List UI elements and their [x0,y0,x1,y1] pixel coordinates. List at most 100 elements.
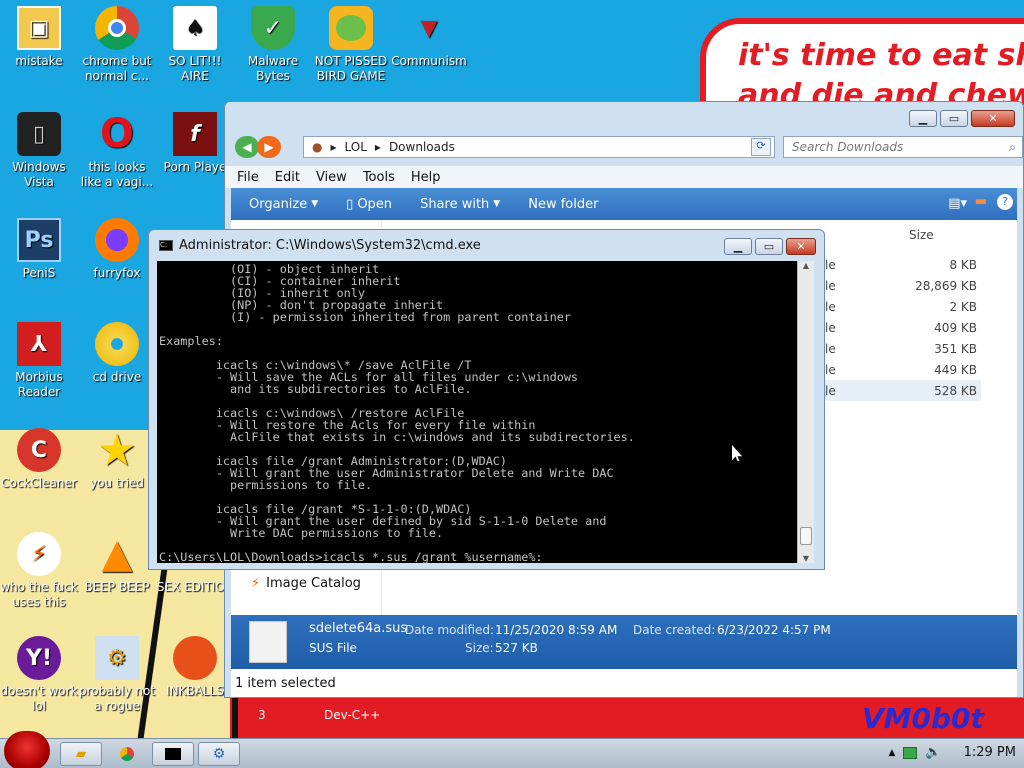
vlc-cone-icon: ▲ [101,530,133,577]
preview-pane-icon[interactable]: ▬ [975,194,987,209]
console-scrollbar[interactable]: ▲ ▼ [797,261,814,563]
minimize-button[interactable]: ▁ [909,110,937,127]
desktop-icon-label: you tried [90,476,144,490]
cd-drive-icon [95,322,139,366]
desktop-icon-cd-drive[interactable]: cd drive [78,322,156,385]
table-row[interactable]: le 28,869 KB [825,275,981,296]
share-with-button[interactable]: Share with ▼ [420,197,500,212]
desktop-icon-who-uses-this[interactable]: ⚡ who the fuck uses this [0,532,78,610]
taskbar-chrome-button[interactable] [106,742,148,766]
desktop-icon-ccleaner[interactable]: C CockCleaner [0,428,78,491]
taskbar-settings-button[interactable]: ⚙ [198,742,240,766]
desktop-icon-malwarebytes[interactable]: ✓ Malware Bytes [234,6,312,84]
taskbar-clock[interactable]: 1:29 PM [964,745,1016,760]
share-with-label: Share with [420,196,490,212]
desktop-icon-solitaire[interactable]: ♠ SO LIT!!! AIRE [156,6,234,84]
menu-help[interactable]: Help [411,170,441,185]
maximize-button[interactable]: ▭ [755,238,783,255]
menu-view[interactable]: View [316,170,347,185]
back-button[interactable]: ◀ [235,136,259,158]
breadcrumb-item[interactable]: LOL [345,140,367,154]
scrollbar-thumb[interactable] [800,527,812,545]
desktop-icon-label: cd drive [92,370,142,384]
desktop-icon-not-a-rogue[interactable]: ⚙ probably not a rogue [78,636,156,714]
table-row[interactable]: le 351 KB [825,338,981,359]
desktop-icon-firefox[interactable]: furryfox [78,218,156,281]
maximize-button[interactable]: ▭ [940,110,968,127]
desktop-icon-flash[interactable]: f Porn Playe [156,112,234,175]
table-row[interactable]: le 2 KB [825,296,981,317]
desktop-icon-communism[interactable]: ▼ Communism [390,6,468,69]
view-options-icon[interactable]: ▤▾ [948,196,967,211]
close-button[interactable]: ✕ [786,238,816,255]
forward-button[interactable]: ▶ [257,136,281,158]
console-output[interactable]: (OI) - object inherit (CI) - container i… [157,261,797,563]
recycle-bin-icon: ▯ [17,112,61,156]
start-button[interactable] [4,731,50,768]
console-line: permissions to file. [159,478,373,492]
refresh-button[interactable]: ⟳ [751,138,771,156]
status-text: 1 item selected [235,675,336,691]
desktop-icon-label: Windows Vista [12,160,66,189]
desktop-icon-recycle-bin[interactable]: ▯ Windows Vista [0,112,78,190]
scroll-up-icon[interactable]: ▲ [798,261,814,270]
table-row[interactable]: le 449 KB [825,359,981,380]
file-rows: le 8 KB le 28,869 KB le 2 KB le 409 KB le 351… [825,254,981,401]
details-modified-label: Date modified: [405,623,495,637]
desktop-icon-bird-game[interactable]: NOT PISSED BIRD GAME [312,6,390,84]
taskbar-cmd-button[interactable] [152,742,194,766]
file-type-cell: le [825,383,836,398]
taskbar-explorer-button[interactable]: ▰ [60,742,102,766]
opera-icon: O [99,110,134,157]
breadcrumb-separator: ▸ [374,140,381,154]
table-row-selected[interactable]: le 528 KB [825,380,981,401]
table-row[interactable]: le 409 KB [825,317,981,338]
help-icon[interactable]: ? [997,194,1013,210]
desktop-icon-yahoo[interactable]: Y! doesn't work lol [0,636,78,714]
open-button[interactable]: ▯ Open [346,197,392,212]
cmd-titlebar[interactable]: C: Administrator: C:\Windows\System32\cm… [149,230,824,260]
desktop-icon-chrome[interactable]: chrome but normal c... [78,6,156,84]
desktop-icon-photoshop[interactable]: Ps PeniS [0,218,78,281]
desktop-icon-vlc[interactable]: ▲ BEEP BEEP [78,532,156,595]
menu-tools[interactable]: Tools [363,170,395,185]
yahoo-icon: Y! [17,636,61,680]
desktop-icon-mistake[interactable]: ▣ mistake [0,6,78,69]
network-icon[interactable] [903,746,918,759]
close-button[interactable]: ✕ [971,110,1015,127]
cmd-window[interactable]: C: Administrator: C:\Windows\System32\cm… [148,229,825,570]
file-type-cell: le [825,278,836,293]
scroll-down-icon[interactable]: ▼ [798,554,814,563]
file-type-cell: le [825,299,836,314]
minimize-button[interactable]: ▁ [724,238,752,255]
organize-label: Organize [249,196,308,212]
desktop-icon-opera[interactable]: O this looks like a vagi... [78,112,156,190]
details-modified-value: 11/25/2020 8:59 AM [495,623,618,637]
desktop-icon-pdf-reader[interactable]: ⅄ Morbius Reader [0,322,78,400]
star-icon: ★ [97,424,137,476]
desktop-icon-inkballs[interactable]: INKBALLS [156,636,234,699]
desktop-icon-label: Morbius Reader [15,370,63,399]
sidebar-item-label: Image Catalog [266,576,361,591]
command-bar: Organize ▼ ▯ Open Share with ▼ New folder ▤… [231,188,1017,220]
settings-monitor-icon: ⚙ [212,746,226,762]
sidebar-item-image-catalog[interactable]: ⚡ Image Catalog [251,576,361,591]
explorer-address-row: ◀ ▶ ● ▸ LOL ▸ Downloads ▼ ⟳ Search Downl… [235,134,1023,160]
table-row[interactable]: le 8 KB [825,254,981,275]
organize-button[interactable]: Organize ▼ [249,197,318,212]
search-icon[interactable]: ⌕ [1009,140,1016,155]
desktop-icon-you-tried[interactable]: ★ you tried [78,428,156,491]
breadcrumb-item[interactable]: Downloads [389,140,455,154]
file-icon: ▯ [346,196,354,212]
explorer-titlebar[interactable] [225,102,1023,132]
details-created-label: Date created: [633,623,716,637]
menu-edit[interactable]: Edit [275,170,300,185]
search-input[interactable]: Search Downloads ⌕ [783,136,1023,158]
column-header-size[interactable]: Size [909,228,934,242]
tray-expand-icon[interactable]: ▲ [889,748,896,758]
menu-file[interactable]: File [237,170,259,185]
new-folder-button[interactable]: New folder [528,197,598,212]
photo-frame-icon: ▣ [17,6,61,50]
address-bar[interactable]: ● ▸ LOL ▸ Downloads ▼ [303,136,775,158]
volume-icon[interactable]: 🔈 [925,745,941,760]
